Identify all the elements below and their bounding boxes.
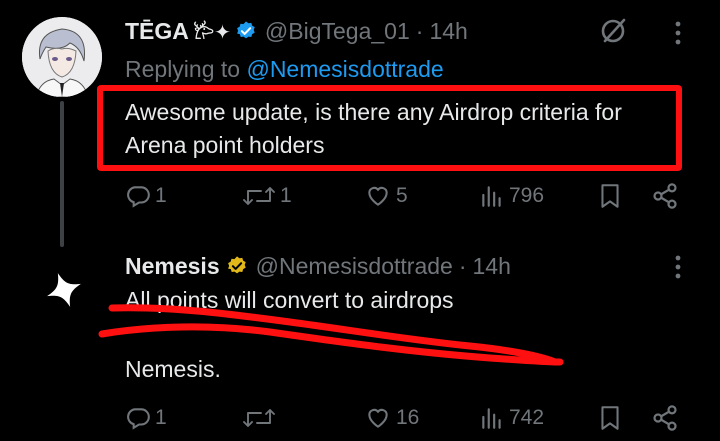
analytics-icon [482,408,501,429]
heart-icon [368,186,388,206]
bookmark-icon [601,406,619,430]
tweet-actions: 1 1 5 796 [125,178,685,214]
views-count: 742 [509,406,545,429]
display-name[interactable]: Nemesis [125,253,220,280]
verified-badge-icon [226,255,248,277]
analytics-icon [482,186,501,207]
reply-button[interactable]: 1 [125,400,167,436]
retweet-icon [243,187,275,205]
annotation-highlight-box [97,85,682,171]
tweet-actions: 1 16 742 [125,400,685,436]
annotation-underline-scribble [98,304,564,366]
display-name[interactable]: TĒGA [125,18,189,45]
views-button[interactable]: 742 [479,400,544,436]
tweet-header: TĒGA 𐂂✦ @BigTega_01 · 14h [125,14,468,48]
thread-connector [60,101,64,247]
views-button[interactable]: 796 [479,178,544,214]
share-icon [653,405,677,431]
like-count: 5 [396,184,408,207]
avatar[interactable] [40,266,88,314]
verified-badge-icon [235,20,257,42]
bookmark-button[interactable] [597,400,623,436]
bookmark-button[interactable] [597,178,623,214]
handle[interactable]: @Nemesisdottrade [256,253,453,280]
timestamp[interactable]: 14h [429,18,467,45]
heart-icon [368,408,388,428]
reply-icon [127,186,150,208]
views-count: 796 [509,184,545,207]
retweet-button[interactable] [242,400,280,436]
like-button[interactable]: 16 [364,400,419,436]
avatar[interactable] [22,17,102,97]
retweet-icon [243,409,275,427]
retweet-button[interactable]: 1 [242,178,292,214]
name-decoration: 𐂂✦ [192,21,231,44]
timestamp[interactable]: 14h [473,253,511,280]
reply-button[interactable]: 1 [125,178,167,214]
grok-icon[interactable] [598,16,628,51]
separator: · [458,252,467,279]
like-count: 16 [396,406,420,429]
replying-to: Replying to @Nemesisdottrade [125,56,444,83]
share-button[interactable] [651,400,679,436]
like-button[interactable]: 5 [364,178,408,214]
handle[interactable]: @BigTega_01 [265,18,410,45]
more-options-icon[interactable] [668,18,688,53]
replying-mention[interactable]: @Nemesisdottrade [246,56,443,82]
replying-prefix: Replying to [125,56,241,82]
tweet-header: Nemesis @Nemesisdottrade · 14h [125,250,511,282]
retweet-count: 1 [280,184,292,207]
share-button[interactable] [651,178,679,214]
reply-count: 1 [155,184,167,207]
separator: · [415,17,424,44]
share-icon [653,183,677,209]
reply-count: 1 [155,406,167,429]
more-options-icon[interactable] [668,252,688,287]
reply-icon [127,408,150,430]
bookmark-icon [601,184,619,208]
